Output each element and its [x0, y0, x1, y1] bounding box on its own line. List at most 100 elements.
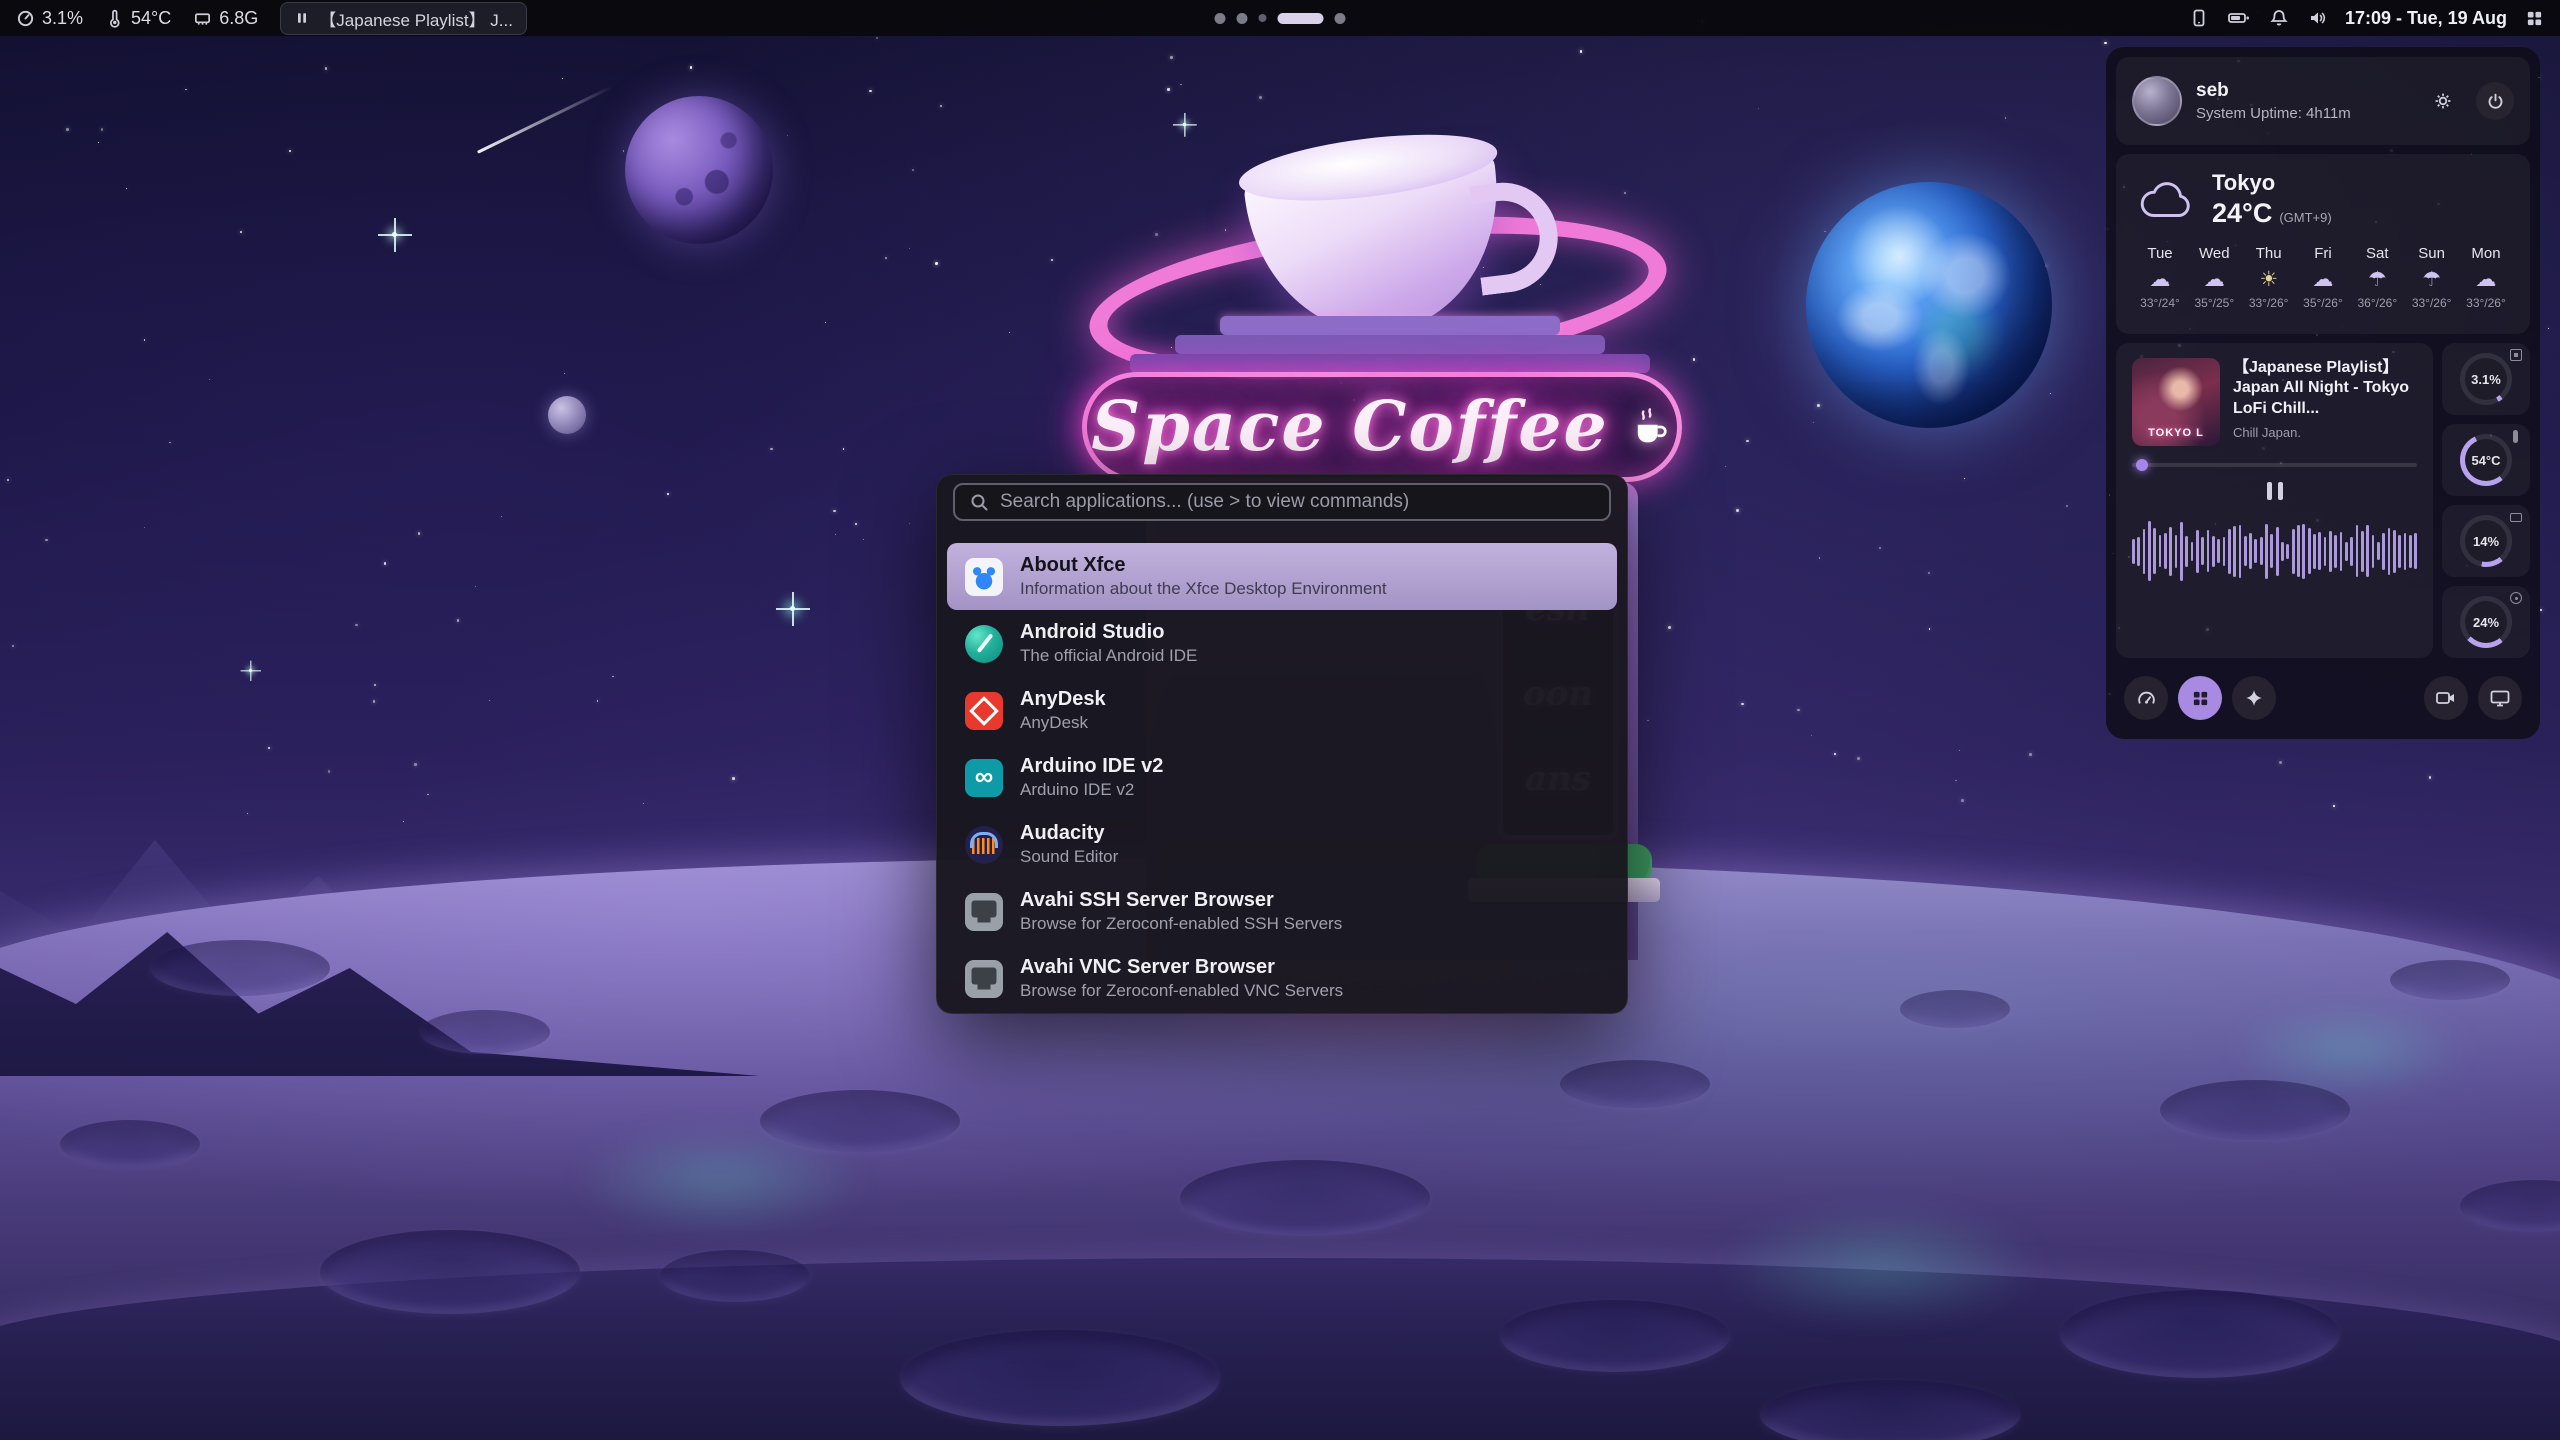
- forecast-temps: 35°/26°: [2303, 296, 2343, 310]
- quick-action-performance[interactable]: [2124, 676, 2168, 720]
- weather-day-icon: [2422, 267, 2441, 291]
- app-icon: [965, 893, 1003, 931]
- teal-glow: [1700, 1200, 2060, 1330]
- workspace-dot-3[interactable]: [1259, 14, 1267, 22]
- app-title: Avahi SSH Server Browser: [1020, 890, 1342, 911]
- star-sparkle: [790, 606, 795, 611]
- small-moon: [548, 396, 586, 434]
- temperature-stat: 54°C: [105, 8, 171, 29]
- power-button[interactable]: [2476, 82, 2514, 120]
- roof-step: [1130, 354, 1650, 373]
- volume-icon[interactable]: [2307, 8, 2327, 28]
- weather-day-icon: [2204, 267, 2225, 291]
- gauge-value: 24%: [2460, 596, 2512, 648]
- quick-action-apps[interactable]: [2178, 676, 2222, 720]
- power-icon: [2486, 92, 2505, 111]
- launcher-item[interactable]: Android Studio The official Android IDE: [947, 610, 1617, 677]
- quick-action-screen-record[interactable]: [2424, 676, 2468, 720]
- teal-glow: [560, 1120, 880, 1240]
- settings-button[interactable]: [2424, 82, 2462, 120]
- quick-action-effects[interactable]: [2232, 676, 2276, 720]
- workspace-dot-1[interactable]: [1215, 13, 1226, 24]
- track-title: 【Japanese Playlist】 Japan All Night - To…: [2233, 358, 2417, 419]
- launcher-item[interactable]: About Xfce Information about the Xfce De…: [947, 543, 1617, 610]
- clock[interactable]: 17:09 - Tue, 19 Aug: [2345, 8, 2507, 29]
- app-title: AnyDesk: [1020, 689, 1106, 710]
- gauge-ring: 3.1%: [2460, 353, 2512, 405]
- forecast-day: Sat 36°/26°: [2351, 245, 2403, 310]
- search-bar: [953, 483, 1611, 521]
- thermometer-icon: [105, 9, 124, 28]
- weather-day-icon: [2475, 267, 2496, 291]
- app-subtitle: AnyDesk: [1020, 713, 1106, 733]
- workspace-dot-2[interactable]: [1237, 13, 1248, 24]
- seek-handle[interactable]: [2136, 459, 2148, 471]
- search-input[interactable]: [1000, 491, 1595, 513]
- launcher-item[interactable]: AnyDesk AnyDesk: [947, 677, 1617, 744]
- bell-icon[interactable]: [2269, 8, 2289, 28]
- desktop: esh oon ans Space Coffee: [0, 0, 2560, 1440]
- weather-temperature: 24°C: [2212, 198, 2272, 229]
- app-icon: [965, 558, 1003, 596]
- quick-action-display[interactable]: [2478, 676, 2522, 720]
- phone-icon[interactable]: [2189, 8, 2209, 28]
- app-list: About Xfce Information about the Xfce De…: [937, 543, 1627, 1012]
- apps-grid-icon: [2191, 689, 2210, 708]
- workspace-dot-5[interactable]: [1335, 13, 1346, 24]
- now-playing-pill[interactable]: 【Japanese Playlist】 J...: [280, 2, 527, 35]
- coffee-cup-icon: [1629, 405, 1673, 449]
- forecast-temps: 33°/24°: [2140, 296, 2180, 310]
- cpu-stat: 3.1%: [16, 8, 83, 29]
- quick-actions: [2116, 667, 2530, 729]
- launcher-item[interactable]: Avahi SSH Server Browser Browse for Zero…: [947, 878, 1617, 945]
- cpu-gauge-icon: [16, 9, 35, 28]
- speedometer-icon: [2136, 688, 2157, 709]
- cpu-value: 3.1%: [42, 8, 83, 29]
- forecast-day-label: Tue: [2147, 245, 2172, 262]
- app-icon: [965, 826, 1003, 864]
- cloud-icon: [2134, 178, 2196, 222]
- weather-day-icon: [2368, 267, 2387, 291]
- sparkle-icon: [2244, 688, 2264, 708]
- pause-button[interactable]: [2267, 482, 2283, 500]
- launcher-item[interactable]: Audacity Sound Editor: [947, 811, 1617, 878]
- track-artist: Chill Japan.: [2233, 425, 2417, 440]
- audio-waveform: [2132, 514, 2417, 588]
- weather-city: Tokyo: [2212, 170, 2332, 196]
- forecast-day: Sun 33°/26°: [2406, 245, 2458, 310]
- app-subtitle: Browse for Zeroconf-enabled SSH Servers: [1020, 914, 1342, 934]
- forecast-day: Fri 35°/26°: [2297, 245, 2349, 310]
- gear-icon: [2433, 91, 2453, 111]
- video-camera-icon: [2435, 688, 2457, 708]
- forecast-day: Mon 33°/26°: [2460, 245, 2512, 310]
- star-sparkle: [1183, 123, 1187, 127]
- app-subtitle: Information about the Xfce Desktop Envir…: [1020, 579, 1387, 599]
- launcher-item[interactable]: Arduino IDE v2 Arduino IDE v2: [947, 744, 1617, 811]
- weather-day-icon: [2259, 267, 2278, 291]
- forecast-day-label: Thu: [2256, 245, 2282, 262]
- app-texts: Arduino IDE v2 Arduino IDE v2: [1020, 756, 1163, 800]
- avatar[interactable]: [2132, 76, 2182, 126]
- gauge-value: 3.1%: [2460, 353, 2512, 405]
- media-section: TOKYO L 【Japanese Playlist】 Japan All Ni…: [2116, 343, 2530, 658]
- workspace-active-pill[interactable]: [1278, 13, 1324, 24]
- battery-icon[interactable]: [2227, 8, 2251, 28]
- memory-value: 6.8G: [219, 8, 258, 29]
- app-grid-icon[interactable]: [2525, 9, 2544, 28]
- roof-step: [1220, 316, 1560, 335]
- app-texts: Android Studio The official Android IDE: [1020, 622, 1197, 666]
- app-texts: Audacity Sound Editor: [1020, 823, 1118, 867]
- seek-bar[interactable]: [2132, 463, 2417, 467]
- workspace-indicator: [1215, 13, 1346, 24]
- star-sparkle: [249, 669, 252, 672]
- shooting-star: [477, 85, 613, 153]
- system-gauge: 14%: [2442, 505, 2530, 577]
- forecast-temps: 36°/26°: [2357, 296, 2397, 310]
- forecast-row: Tue 33°/24° Wed 35°/25° Thu 33°/26° Fri …: [2134, 245, 2512, 310]
- launcher-item[interactable]: Avahi VNC Server Browser Browse for Zero…: [947, 945, 1617, 1012]
- system-gauge: 3.1%: [2442, 343, 2530, 415]
- media-texts: 【Japanese Playlist】 Japan All Night - To…: [2233, 358, 2417, 446]
- album-art: TOKYO L: [2132, 358, 2220, 446]
- app-title: Avahi VNC Server Browser: [1020, 957, 1343, 978]
- app-icon: [965, 692, 1003, 730]
